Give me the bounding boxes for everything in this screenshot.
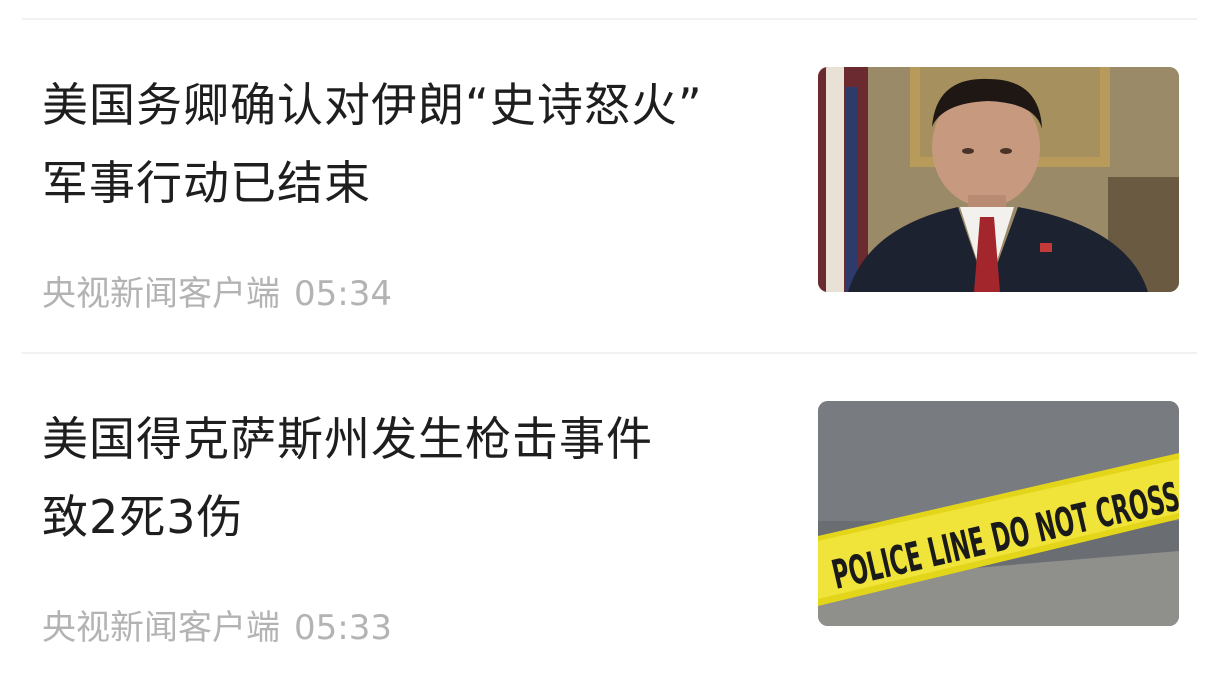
news-title-line: 美国务卿确认对伊朗“史诗怒火” (42, 78, 703, 132)
news-title-line: 美国得克萨斯州发生枪击事件 (42, 412, 653, 466)
news-thumbnail[interactable] (818, 67, 1179, 292)
news-item[interactable]: 美国得克萨斯州发生枪击事件 致2死3伤 央视新闻客户端 05:33 POLICE … (0, 334, 1220, 667)
news-time: 05:34 (294, 274, 392, 314)
news-source: 央视新闻客户端 (42, 274, 280, 314)
news-title[interactable]: 美国务卿确认对伊朗“史诗怒火” 军事行动已结束 (42, 66, 792, 222)
news-meta: 央视新闻客户端 05:33 (42, 608, 392, 648)
news-source: 央视新闻客户端 (42, 608, 280, 648)
news-title-line: 军事行动已结束 (42, 156, 371, 210)
news-item[interactable]: 美国务卿确认对伊朗“史诗怒火” 军事行动已结束 央视新闻客户端 05:34 (0, 0, 1220, 333)
police-tape-photo: POLICE LINE DO NOT CROSS (818, 401, 1179, 626)
news-title-line: 致2死3伤 (42, 490, 244, 544)
news-meta: 央视新闻客户端 05:34 (42, 274, 392, 314)
man-in-suit-photo (818, 67, 1179, 292)
news-thumbnail[interactable]: POLICE LINE DO NOT CROSS (818, 401, 1179, 626)
news-title[interactable]: 美国得克萨斯州发生枪击事件 致2死3伤 (42, 400, 792, 556)
news-time: 05:33 (294, 608, 392, 648)
